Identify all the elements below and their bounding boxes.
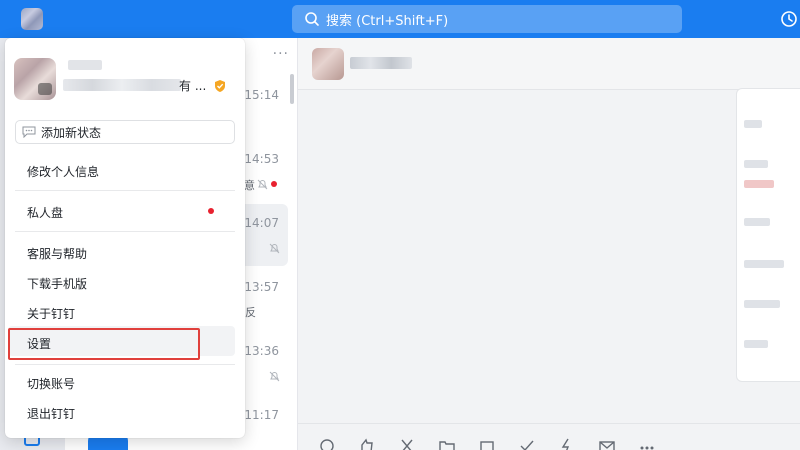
mute-icon [269,371,280,382]
image-content-blur [744,218,770,226]
chat-panel [298,38,800,450]
search-box[interactable]: 搜索 (Ctrl+Shift+F) [292,5,682,33]
profile-name-blurred [68,60,102,70]
calendar-icon[interactable] [478,438,496,450]
chat-title-blurred [350,57,412,69]
task-check-icon[interactable] [518,438,536,450]
image-content-blur [744,300,780,308]
menu-divider [15,190,235,191]
conversation-time: 15:14 [244,88,279,102]
menu-divider [15,231,235,232]
profile-menu: 有 ... 添加新状态 修改个人信息 私人盘 客服与帮助 下载手机版 关于钉钉 … [5,38,245,438]
menu-item-download-mobile[interactable]: 下载手机版 [27,275,87,292]
top-bar: 搜索 (Ctrl+Shift+F) [0,0,800,38]
menu-item-private-drive[interactable]: 私人盘 [27,204,63,221]
mute-icon [269,243,280,254]
image-content-blur [744,260,784,268]
add-status-label: 添加新状态 [41,125,102,140]
speech-bubble-icon [22,126,36,138]
profile-org-suffix: 有 ... [179,79,207,93]
conversation-time: 11:17 [244,408,279,422]
scrollbar[interactable] [290,74,294,104]
verified-badge-icon [215,80,225,92]
conversation-snippet: 反 [245,306,256,319]
mute-icon [257,179,268,190]
search-icon [305,12,319,26]
image-content-blur [744,120,762,128]
like-icon[interactable] [358,438,376,450]
chat-avatar[interactable] [312,48,344,80]
menu-item-logout[interactable]: 退出钉钉 [27,405,75,422]
chat-header [298,38,800,90]
conversation-time: 14:07 [244,216,279,230]
image-message[interactable] [736,88,800,382]
private-drive-notification-dot [208,208,214,214]
menu-item-edit-profile[interactable]: 修改个人信息 [27,163,99,180]
menu-item-support[interactable]: 客服与帮助 [27,245,87,262]
camera-icon[interactable] [38,83,52,95]
image-content-blur [744,180,774,188]
folder-icon[interactable] [438,438,456,450]
conversation-selected-bg [245,204,288,266]
conversation-time: 13:57 [244,280,279,294]
profile-org-blurred [63,79,181,91]
conversation-time: 14:53 [244,152,279,166]
unread-dot [271,181,277,187]
more-options-icon[interactable]: ··· [273,46,289,62]
scissors-icon[interactable] [398,438,416,450]
user-avatar[interactable] [21,8,43,30]
emoji-icon[interactable] [318,438,336,450]
image-content-blur [744,340,768,348]
search-placeholder: 搜索 (Ctrl+Shift+F) [326,13,449,29]
conversation-time: 13:36 [244,344,279,358]
menu-item-about[interactable]: 关于钉钉 [27,305,75,322]
menu-item-switch-account[interactable]: 切换账号 [27,375,75,392]
image-content-blur [744,160,768,168]
menu-divider [15,364,235,365]
mail-icon[interactable] [598,438,616,450]
add-status-button[interactable]: 添加新状态 [15,120,235,144]
more-tools-icon[interactable] [638,438,656,450]
menu-item-settings[interactable]: 设置 [27,335,51,352]
ding-icon[interactable] [558,438,576,450]
history-icon[interactable] [780,10,798,28]
composer-divider [298,423,800,424]
conversation-snippet: 意 [244,179,255,192]
